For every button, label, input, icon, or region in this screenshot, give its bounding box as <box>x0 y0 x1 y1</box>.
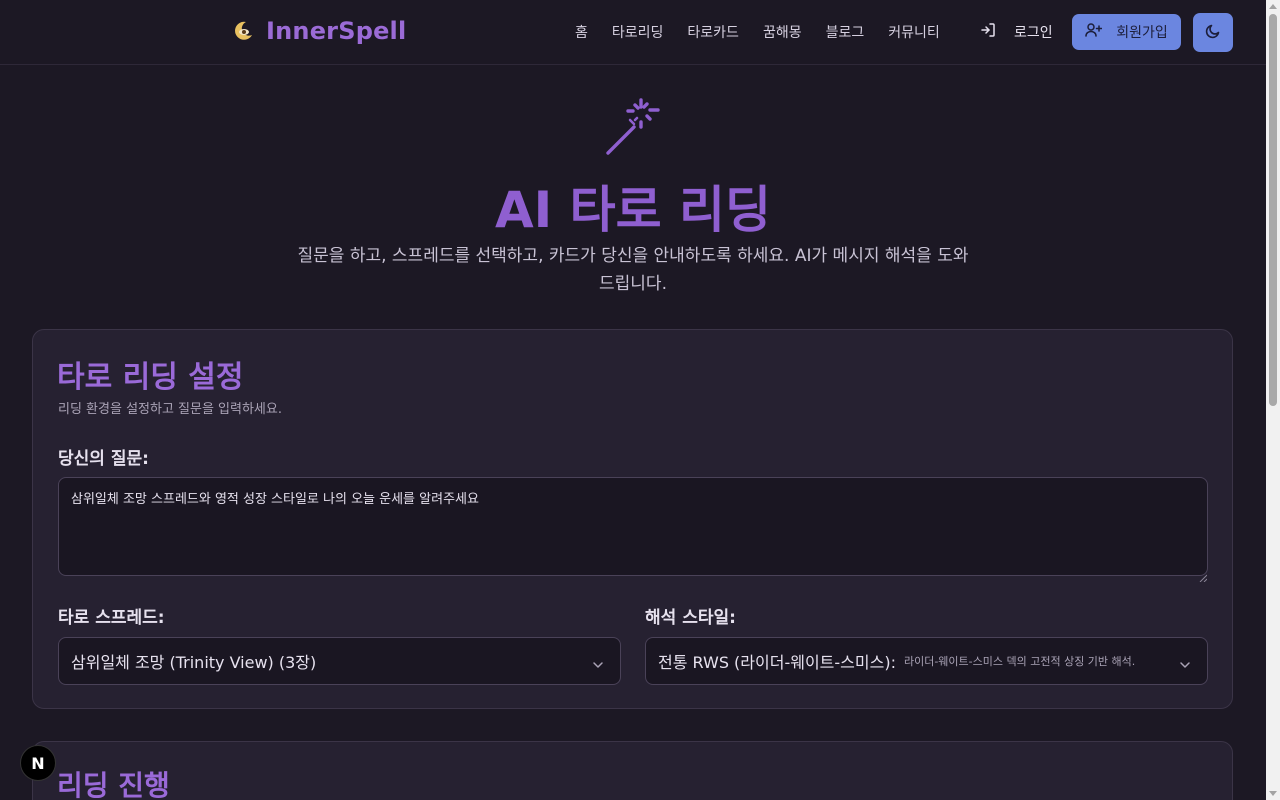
nav-community[interactable]: 커뮤니티 <box>888 22 940 42</box>
login-label: 로그인 <box>1014 25 1053 41</box>
magic-wand-icon <box>604 98 664 158</box>
login-icon <box>980 22 996 42</box>
signup-label: 회원가입 <box>1116 25 1168 41</box>
question-label: 당신의 질문: <box>58 449 149 469</box>
style-description: 라이더-웨이트-스미스 덱의 고전적 상징 기반 해석. <box>903 655 1136 668</box>
progress-title: 리딩 진행 <box>57 769 170 800</box>
main-nav: 홈 타로리딩 타로카드 꿈해몽 블로그 커뮤니티 <box>575 22 964 42</box>
theme-toggle-button[interactable] <box>1193 13 1233 52</box>
brand-name: InnerSpell <box>266 17 407 45</box>
page-title: AI 타로 리딩 <box>494 181 772 239</box>
spread-select[interactable]: 삼위일체 조망 (Trinity View) (3장) <box>58 637 621 685</box>
reading-settings-card: 타로 리딩 설정 리딩 환경을 설정하고 질문을 입력하세요. 당신의 질문: … <box>32 329 1233 709</box>
user-plus-icon <box>1085 22 1103 42</box>
settings-title: 타로 리딩 설정 <box>57 360 244 395</box>
chevron-down-icon <box>592 656 604 668</box>
login-button[interactable]: 로그인 <box>980 22 1053 42</box>
moon-icon <box>1205 23 1221 43</box>
page-scrollbar[interactable] <box>1266 0 1280 800</box>
moon-eye-icon <box>232 20 254 42</box>
chevron-down-icon <box>1179 656 1191 668</box>
nav-blog[interactable]: 블로그 <box>826 22 865 42</box>
spread-value: 삼위일체 조망 (Trinity View) (3장) <box>71 653 317 672</box>
scroll-down-arrow-icon[interactable] <box>1269 791 1277 796</box>
style-value: 전통 RWS (라이더-웨이트-스미스): <box>658 653 896 672</box>
question-input[interactable]: 삼위일체 조망 스프레드와 영적 성장 스타일로 나의 오늘 운세를 알려주세요 <box>58 477 1208 576</box>
signup-button[interactable]: 회원가입 <box>1072 14 1181 50</box>
badge-label: N <box>31 753 45 773</box>
nav-tarot-cards[interactable]: 타로카드 <box>687 22 739 42</box>
brand-logo[interactable]: InnerSpell <box>232 17 406 45</box>
top-navbar: InnerSpell 홈 타로리딩 타로카드 꿈해몽 블로그 커뮤니티 로그인 … <box>0 0 1266 65</box>
dev-badge-button[interactable]: N <box>20 745 56 781</box>
style-label: 해석 스타일: <box>645 608 736 628</box>
settings-description: 리딩 환경을 설정하고 질문을 입력하세요. <box>58 402 282 417</box>
scroll-thumb[interactable] <box>1269 14 1277 406</box>
reading-progress-card: 리딩 진행 <box>32 741 1233 800</box>
scroll-up-arrow-icon[interactable] <box>1269 4 1277 9</box>
resize-grip-icon[interactable] <box>1199 567 1208 583</box>
nav-home[interactable]: 홈 <box>575 22 588 42</box>
style-select[interactable]: 전통 RWS (라이더-웨이트-스미스): 라이더-웨이트-스미스 덱의 고전적… <box>645 637 1208 685</box>
spread-label: 타로 스프레드: <box>58 608 165 628</box>
page-subtitle: 질문을 하고, 스프레드를 선택하고, 카드가 당신을 안내하도록 하세요. A… <box>297 246 969 294</box>
nav-tarot-reading[interactable]: 타로리딩 <box>612 22 664 42</box>
nav-dream[interactable]: 꿈해몽 <box>763 22 802 42</box>
